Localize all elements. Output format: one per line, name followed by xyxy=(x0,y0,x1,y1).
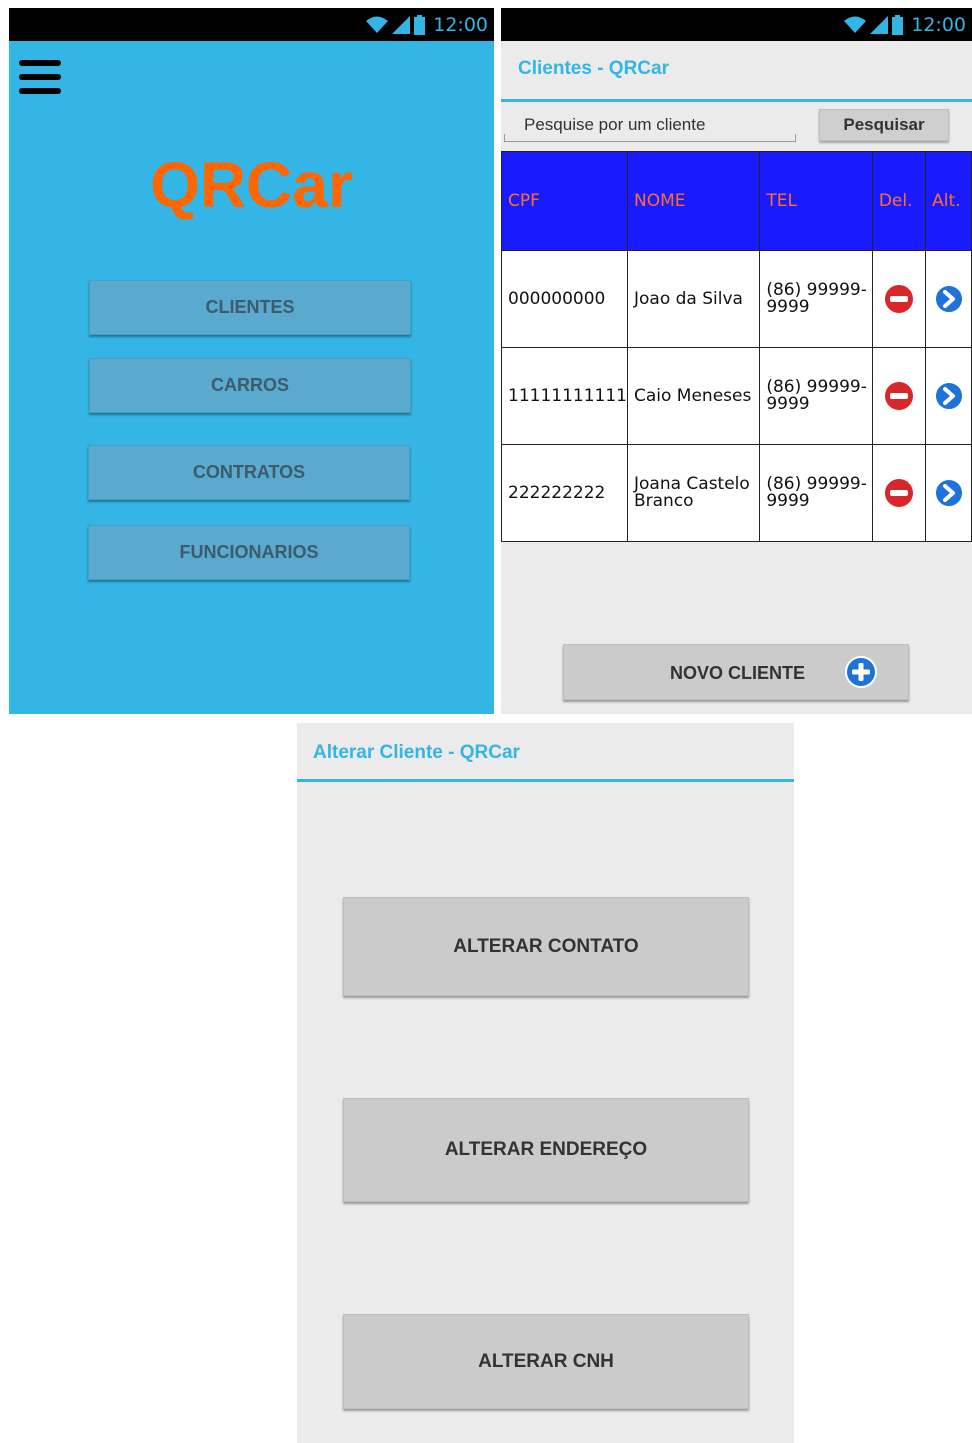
carros-button[interactable]: CARROS xyxy=(89,358,411,413)
cell-del xyxy=(871,444,927,542)
table-header-row: CPF NOME TEL Del. Alt. xyxy=(501,151,972,251)
cell-nome: Joao da Silva xyxy=(626,250,761,348)
hamburger-icon[interactable] xyxy=(19,60,61,96)
cell-cpf: 000000000 xyxy=(501,250,628,348)
status-bar: 12:00 xyxy=(9,8,494,41)
wifi-icon xyxy=(366,16,389,33)
cell-alt xyxy=(925,347,972,445)
cell-tel: (86) 99999-9999 xyxy=(759,250,873,348)
minus-circle-icon[interactable] xyxy=(882,476,916,510)
header-alt: Alt. xyxy=(925,151,972,251)
wifi-icon xyxy=(844,16,867,33)
page-title: Clientes - QRCar xyxy=(518,58,669,79)
header-cpf: CPF xyxy=(501,151,628,251)
status-bar: 12:00 xyxy=(501,8,972,41)
status-time: 12:00 xyxy=(433,13,488,36)
cell-alt xyxy=(925,444,972,542)
page-title: Alterar Cliente - QRCar xyxy=(313,742,520,763)
table-row: 000000000 Joao da Silva (86) 99999-9999 xyxy=(501,250,972,348)
title-divider xyxy=(297,779,794,782)
cell-del xyxy=(871,250,927,348)
table-row: 11111111111 Caio Meneses (86) 99999-9999 xyxy=(501,347,972,445)
clients-table: CPF NOME TEL Del. Alt. 000000000 Joao da… xyxy=(501,151,972,542)
minus-circle-icon[interactable] xyxy=(882,379,916,413)
table-row: 222222222 Joana Castelo Branco (86) 9999… xyxy=(501,444,972,542)
cell-nome: Caio Meneses xyxy=(626,347,761,445)
cell-cpf: 11111111111 xyxy=(501,347,628,445)
title-divider xyxy=(501,99,972,102)
chevron-right-circle-icon[interactable] xyxy=(933,380,965,412)
new-client-label: NOVO CLIENTE xyxy=(670,663,806,683)
clientes-button[interactable]: CLIENTES xyxy=(89,280,411,335)
clientes-screen: 12:00 Clientes - QRCar Pesquisar CPF NOM… xyxy=(501,8,972,714)
battery-icon xyxy=(892,14,904,35)
cell-tel: (86) 99999-9999 xyxy=(759,347,873,445)
funcionarios-button[interactable]: FUNCIONARIOS xyxy=(88,525,410,580)
chevron-right-circle-icon[interactable] xyxy=(933,283,965,315)
signal-icon xyxy=(392,15,411,34)
status-time: 12:00 xyxy=(911,13,966,36)
search-input-edge xyxy=(504,134,505,142)
header-tel: TEL xyxy=(759,151,873,251)
cell-nome: Joana Castelo Branco xyxy=(626,444,761,542)
alterar-contato-button[interactable]: ALTERAR CONTATO xyxy=(343,897,749,996)
cell-cpf: 222222222 xyxy=(501,444,628,542)
new-client-button[interactable]: NOVO CLIENTE xyxy=(563,644,909,700)
contratos-button[interactable]: CONTRATOS xyxy=(88,445,410,500)
alterar-endereco-button[interactable]: ALTERAR ENDEREÇO xyxy=(343,1098,749,1202)
search-button[interactable]: Pesquisar xyxy=(819,109,949,141)
cell-tel: (86) 99999-9999 xyxy=(759,444,873,542)
header-nome: NOME xyxy=(626,151,761,251)
cell-alt xyxy=(925,250,972,348)
search-input-edge xyxy=(795,134,796,142)
app-logo: QRCar xyxy=(150,149,353,221)
alterar-screen: Alterar Cliente - QRCar ALTERAR CONTATO … xyxy=(297,723,794,1443)
menu-screen: 12:00 QRCar CLIENTES CARROS CONTRATOS FU… xyxy=(9,8,494,714)
header-del: Del. xyxy=(871,151,927,251)
search-input[interactable] xyxy=(504,108,796,142)
cell-del xyxy=(871,347,927,445)
battery-icon xyxy=(414,14,426,35)
minus-circle-icon[interactable] xyxy=(882,282,916,316)
signal-icon xyxy=(870,15,889,34)
plus-circle-icon xyxy=(845,656,877,688)
alterar-cnh-button[interactable]: ALTERAR CNH xyxy=(343,1314,749,1409)
chevron-right-circle-icon[interactable] xyxy=(933,477,965,509)
